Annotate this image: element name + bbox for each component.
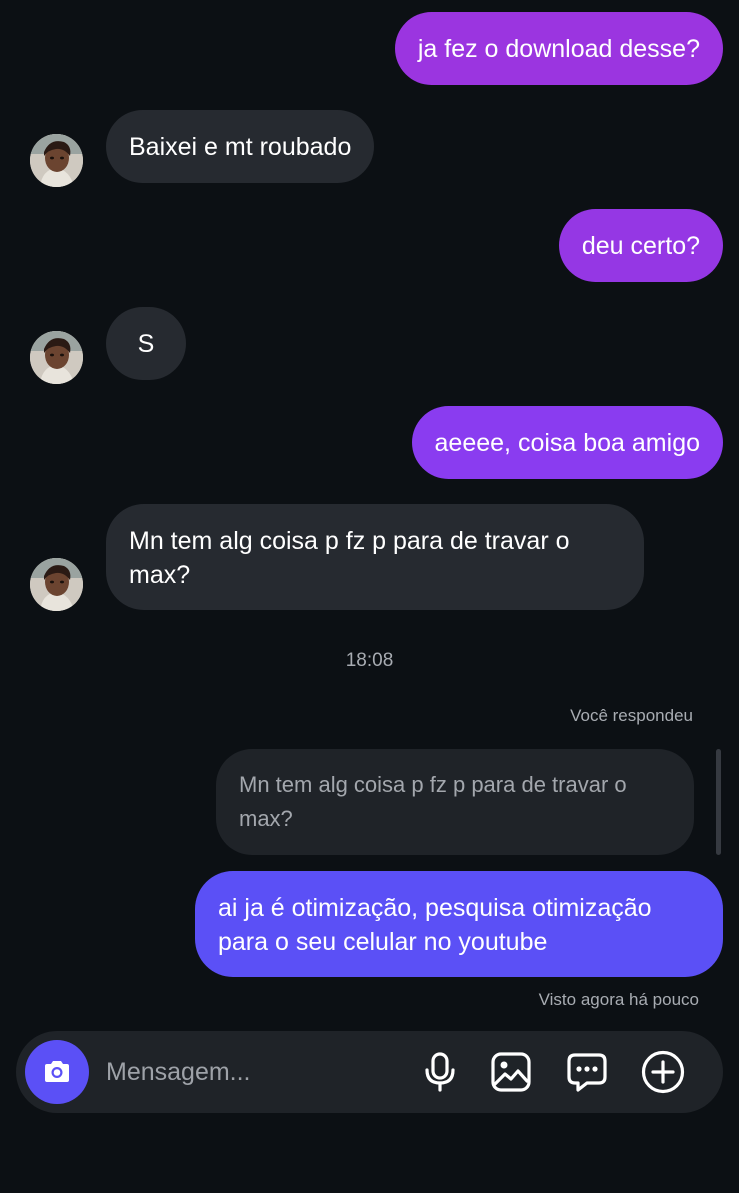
plus-button[interactable] <box>640 1049 686 1095</box>
incoming-message[interactable]: S <box>106 307 186 380</box>
sticker-icon <box>567 1053 607 1092</box>
reply-label: Você respondeu <box>570 706 693 725</box>
message-text: ai ja é otimização, pesquisa otimização … <box>218 894 652 956</box>
avatar[interactable] <box>30 331 83 384</box>
gallery-button[interactable] <box>488 1049 534 1095</box>
message-text: Mn tem alg coisa p fz p para de travar o… <box>129 527 570 589</box>
message-text: deu certo? <box>581 232 700 260</box>
message-text: aeeee, coisa boa amigo <box>434 429 700 457</box>
camera-button[interactable] <box>25 1040 89 1104</box>
outgoing-message[interactable]: deu certo? <box>558 209 723 282</box>
outgoing-message[interactable]: ja fez o download desse? <box>394 12 723 85</box>
reply-indicator-bar <box>716 749 721 855</box>
outgoing-message[interactable]: aeeee, coisa boa amigo <box>411 406 723 479</box>
plus-icon <box>641 1050 685 1094</box>
chat-screen: ja fez o download desse? Baixei e mt rou… <box>0 0 739 1193</box>
message-text: S <box>137 330 155 358</box>
message-composer <box>16 1031 723 1113</box>
avatar[interactable] <box>30 558 83 611</box>
avatar[interactable] <box>30 134 83 187</box>
gallery-icon <box>491 1052 531 1092</box>
camera-icon <box>45 1061 69 1082</box>
incoming-message[interactable]: Baixei e mt roubado <box>106 110 375 183</box>
seen-status: Visto agora há pouco <box>538 990 699 1009</box>
incoming-message[interactable]: Mn tem alg coisa p fz p para de travar o… <box>106 504 644 610</box>
microphone-icon <box>425 1052 455 1092</box>
message-text: Baixei e mt roubado <box>129 133 352 161</box>
microphone-button[interactable] <box>417 1049 463 1095</box>
quoted-text: Mn tem alg coisa p fz p para de travar o… <box>239 772 627 831</box>
message-text: ja fez o download desse? <box>417 35 700 63</box>
timestamp: 18:08 <box>345 650 394 671</box>
quoted-message[interactable]: Mn tem alg coisa p fz p para de travar o… <box>216 749 694 855</box>
message-input[interactable] <box>106 1055 406 1089</box>
sticker-button[interactable] <box>564 1049 610 1095</box>
outgoing-message[interactable]: ai ja é otimização, pesquisa otimização … <box>195 871 723 977</box>
